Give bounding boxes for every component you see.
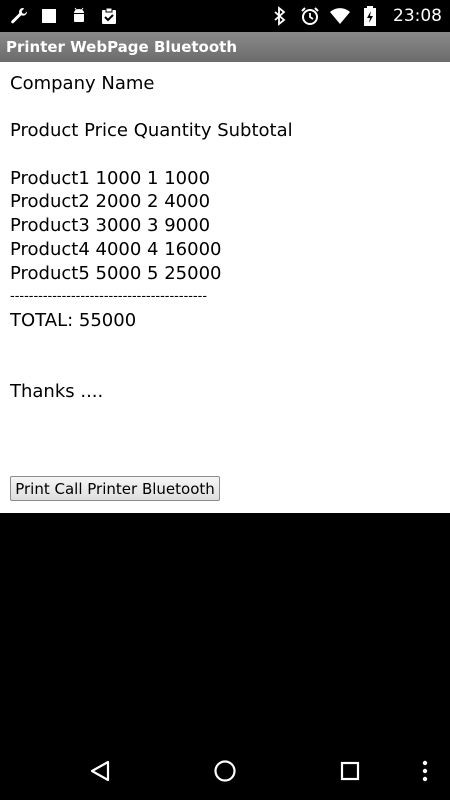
clipboard-check-icon — [98, 5, 120, 27]
app-title-bar: Printer WebPage Bluetooth — [0, 32, 450, 62]
navigation-bar — [0, 740, 450, 800]
android-icon — [68, 5, 90, 27]
company-name: Company Name — [10, 73, 155, 94]
recents-icon[interactable] — [335, 756, 365, 786]
battery-icon — [359, 5, 381, 27]
thanks-line: Thanks .... — [10, 380, 104, 402]
product-row: Product2 2000 2 4000 — [10, 191, 211, 213]
total-line: TOTAL: 55000 — [10, 309, 137, 331]
table-header: Product Price Quantity Subtotal — [10, 120, 293, 142]
wifi-icon — [329, 5, 351, 27]
product-row: Product3 3000 3 9000 — [10, 215, 211, 237]
wrench-icon — [8, 5, 30, 27]
print-bluetooth-button[interactable]: Print Call Printer Bluetooth — [10, 476, 220, 501]
receipt: Company Name Product Price Quantity Subt… — [10, 72, 293, 404]
product-row: Product4 4000 4 16000 — [10, 238, 222, 260]
notification-icons — [8, 5, 120, 27]
home-icon[interactable] — [210, 756, 240, 786]
overflow-menu-icon[interactable] — [410, 756, 440, 786]
product-row: Product5 5000 5 25000 — [10, 262, 222, 284]
product-row: Product1 1000 1 1000 — [10, 167, 211, 189]
separator-line: ----------------------------------------… — [10, 289, 208, 305]
square-icon — [38, 5, 60, 27]
app-title: Printer WebPage Bluetooth — [6, 38, 237, 56]
bluetooth-icon — [269, 5, 291, 27]
status-time: 23:08 — [393, 6, 442, 26]
webview-content: Company Name Product Price Quantity Subt… — [0, 62, 450, 513]
system-icons: 23:08 — [269, 5, 442, 27]
back-icon[interactable] — [85, 756, 115, 786]
alarm-icon — [299, 5, 321, 27]
status-bar: 23:08 — [0, 0, 450, 32]
